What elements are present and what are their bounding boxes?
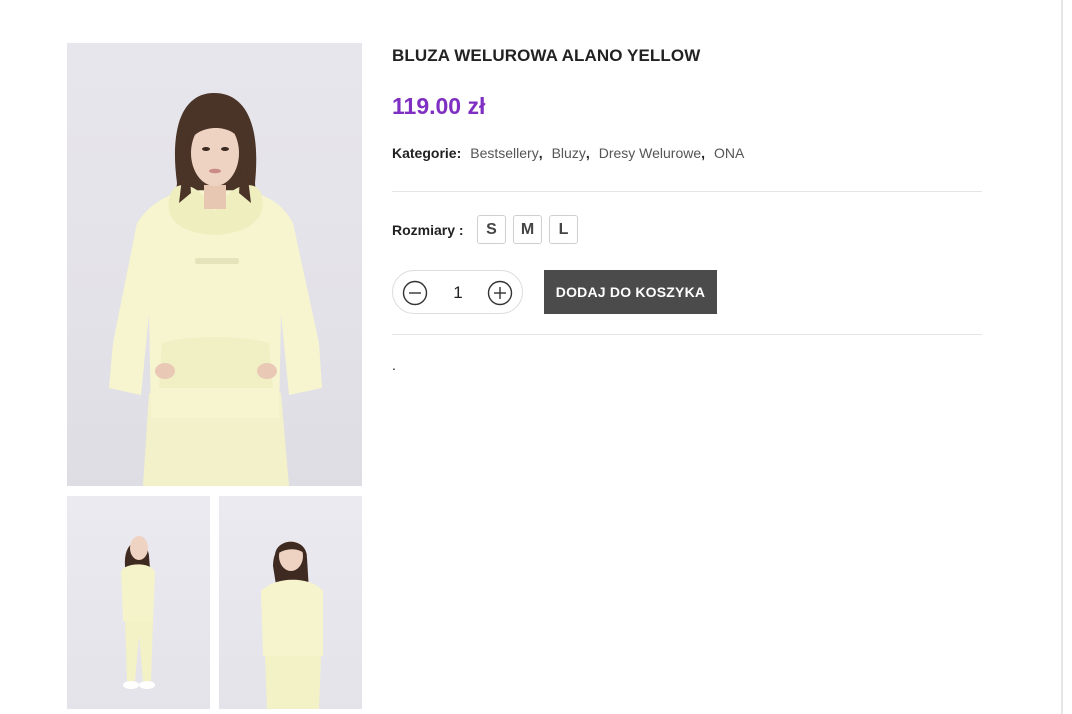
- size-option-m[interactable]: M: [513, 215, 542, 244]
- sizes-label: Rozmiary :: [392, 222, 464, 238]
- size-selector: S M L: [477, 215, 578, 244]
- category-separator: ,: [585, 145, 590, 161]
- section-divider: [392, 191, 982, 192]
- quantity-stepper: 1: [392, 270, 523, 314]
- thumbnail-image-side[interactable]: [67, 496, 210, 709]
- section-divider: [392, 334, 982, 335]
- category-separator: ,: [701, 145, 706, 161]
- category-link-dresy-welurowe[interactable]: Dresy Welurowe: [599, 145, 701, 161]
- product-price: 119.00 zł: [392, 93, 486, 119]
- page-edge-divider: [1061, 0, 1063, 714]
- plus-circle-icon[interactable]: [487, 280, 513, 306]
- add-to-cart-button[interactable]: DODAJ DO KOSZYKA: [544, 270, 717, 314]
- size-option-s[interactable]: S: [477, 215, 506, 244]
- size-option-l[interactable]: L: [549, 215, 578, 244]
- categories-label: Kategorie:: [392, 145, 462, 161]
- main-product-image[interactable]: [67, 43, 362, 486]
- product-title: BLUZA WELUROWA ALANO YELLOW: [392, 46, 701, 65]
- category-link-bestsellery[interactable]: Bestsellery: [470, 145, 538, 161]
- product-short-description: .: [392, 357, 396, 373]
- minus-circle-icon[interactable]: [402, 280, 428, 306]
- thumbnail-image-back[interactable]: [219, 496, 362, 709]
- category-link-ona[interactable]: ONA: [714, 145, 744, 161]
- category-link-bluzy[interactable]: Bluzy: [552, 145, 586, 161]
- product-categories: Kategorie: Bestsellery , Bluzy , Dresy W…: [392, 145, 744, 161]
- quantity-input[interactable]: 1: [439, 282, 477, 304]
- category-separator: ,: [538, 145, 543, 161]
